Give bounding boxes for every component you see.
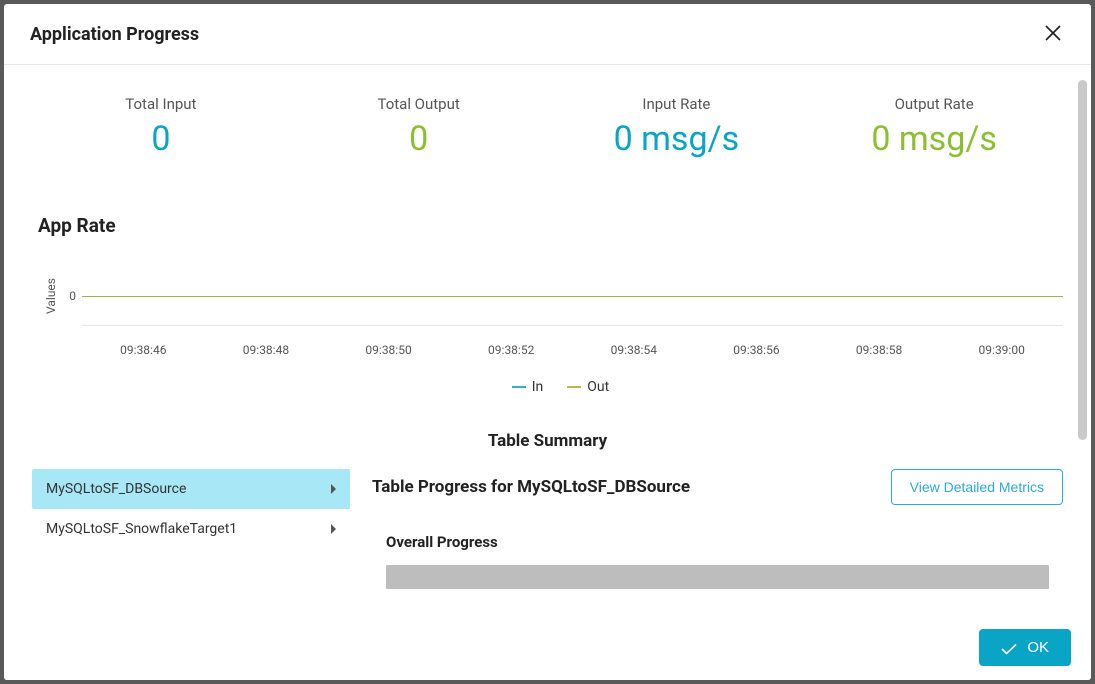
- stat-label: Input Rate: [548, 95, 806, 113]
- detail-title: Table Progress for MySQLtoSF_DBSource: [372, 477, 690, 497]
- modal-header: Application Progress: [4, 4, 1091, 65]
- stat-value: 0: [32, 119, 290, 159]
- app-rate-title: App Rate: [32, 214, 1063, 237]
- chart-x-tick: 09:38:52: [450, 343, 573, 357]
- stat-total-output: Total Output 0: [290, 95, 548, 159]
- chart-x-tick: 09:38:50: [327, 343, 450, 357]
- overall-progress-bar: [386, 565, 1049, 589]
- chart-x-ticks: 09:38:46 09:38:48 09:38:50 09:38:52 09:3…: [82, 343, 1063, 357]
- stat-input-rate: Input Rate 0 msg/s: [548, 95, 806, 159]
- table-source-list: MySQLtoSF_DBSource MySQLtoSF_SnowflakeTa…: [32, 469, 350, 615]
- view-detailed-metrics-button[interactable]: View Detailed Metrics: [891, 469, 1063, 505]
- close-button[interactable]: [1041, 22, 1065, 46]
- legend-item-in: In: [512, 379, 544, 395]
- app-rate-chart: Values 0 09:38:46 09:38:48 09:38:50 09:3…: [32, 261, 1063, 395]
- sidebar-item-dbsource[interactable]: MySQLtoSF_DBSource: [32, 469, 350, 509]
- chart-x-tick: 09:38:48: [205, 343, 328, 357]
- table-summary-title: Table Summary: [32, 431, 1063, 451]
- sidebar-item-label: MySQLtoSF_DBSource: [46, 481, 186, 497]
- chart-x-tick: 09:38:46: [82, 343, 205, 357]
- overall-progress-label: Overall Progress: [372, 533, 1063, 551]
- caret-right-icon: [331, 524, 336, 534]
- chart-x-tick: 09:39:00: [940, 343, 1063, 357]
- legend-swatch-out: [567, 386, 581, 388]
- chart-x-tick: 09:38:54: [573, 343, 696, 357]
- table-detail-panel: Table Progress for MySQLtoSF_DBSource Vi…: [372, 469, 1063, 615]
- chart-x-tick: 09:38:56: [695, 343, 818, 357]
- ok-button[interactable]: OK: [979, 629, 1071, 666]
- legend-label-in: In: [532, 379, 544, 395]
- ok-button-label: OK: [1027, 639, 1049, 656]
- close-icon: [1045, 21, 1061, 47]
- stat-value: 0 msg/s: [805, 119, 1063, 159]
- stats-row: Total Input 0 Total Output 0 Input Rate …: [32, 95, 1063, 159]
- detail-header: Table Progress for MySQLtoSF_DBSource Vi…: [372, 469, 1063, 505]
- stat-value: 0: [290, 119, 548, 159]
- stat-label: Total Output: [290, 95, 548, 113]
- sidebar-item-snowflaketarget[interactable]: MySQLtoSF_SnowflakeTarget1: [32, 509, 350, 549]
- stat-value: 0 msg/s: [548, 119, 806, 159]
- scrollbar-thumb[interactable]: [1078, 80, 1087, 440]
- caret-right-icon: [331, 484, 336, 494]
- stat-label: Total Input: [32, 95, 290, 113]
- modal-body[interactable]: Total Input 0 Total Output 0 Input Rate …: [4, 65, 1091, 615]
- chart-y-tick: 0: [58, 289, 82, 303]
- chart-legend: In Out: [58, 379, 1063, 395]
- stat-label: Output Rate: [805, 95, 1063, 113]
- chart-plot-area: [82, 266, 1063, 326]
- chart-x-tick: 09:38:58: [818, 343, 941, 357]
- legend-label-out: Out: [587, 379, 609, 395]
- chart-line-out: [82, 296, 1063, 297]
- stat-total-input: Total Input 0: [32, 95, 290, 159]
- legend-item-out: Out: [567, 379, 609, 395]
- application-progress-modal: Application Progress Total Input 0 Total…: [4, 4, 1091, 680]
- sidebar-item-label: MySQLtoSF_SnowflakeTarget1: [46, 521, 237, 537]
- table-summary-row: MySQLtoSF_DBSource MySQLtoSF_SnowflakeTa…: [32, 469, 1063, 615]
- modal-title: Application Progress: [30, 24, 199, 45]
- check-icon: [1001, 642, 1017, 653]
- stat-output-rate: Output Rate 0 msg/s: [805, 95, 1063, 159]
- chart-y-axis-label: Values: [40, 261, 58, 331]
- legend-swatch-in: [512, 386, 526, 388]
- modal-footer: OK: [4, 615, 1091, 680]
